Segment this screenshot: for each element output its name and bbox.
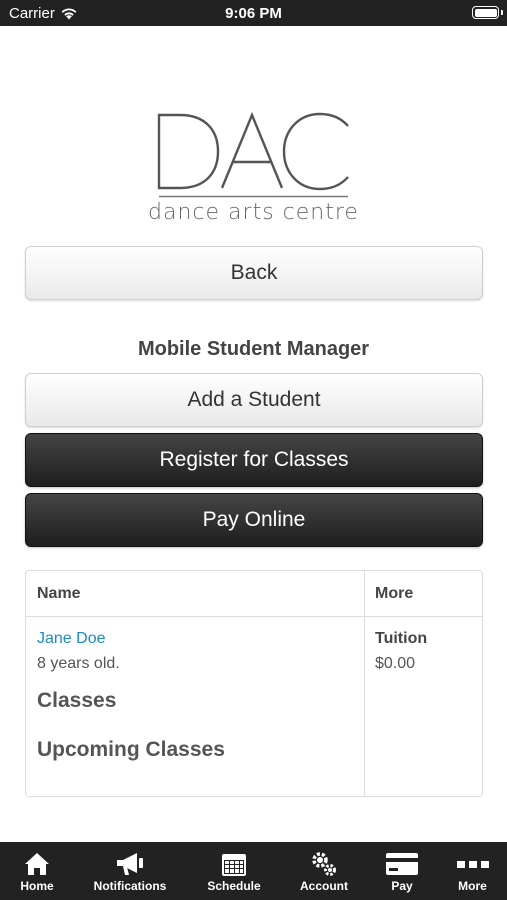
tab-more-label: More xyxy=(458,879,487,893)
more-dots-icon xyxy=(456,850,489,878)
student-age: 8 years old. xyxy=(37,655,120,672)
tab-schedule-label: Schedule xyxy=(207,879,261,893)
back-button[interactable]: Back xyxy=(25,246,483,300)
logo-rule xyxy=(159,195,348,198)
calendar-icon xyxy=(221,850,247,878)
tab-home-label: Home xyxy=(20,879,54,893)
logo-letters xyxy=(157,112,349,191)
megaphone-icon xyxy=(115,850,145,878)
status-time: 9:06 PM xyxy=(225,5,282,22)
tab-bar: Home Notifications Schedule Account Pay … xyxy=(0,842,507,900)
column-divider xyxy=(364,571,365,796)
pay-online-button[interactable]: Pay Online xyxy=(25,493,483,547)
tab-account-label: Account xyxy=(300,879,348,893)
upcoming-classes-heading: Upcoming Classes xyxy=(37,738,225,761)
more-column-header: More xyxy=(375,585,414,602)
tab-pay-label: Pay xyxy=(391,879,413,893)
name-column-header: Name xyxy=(37,585,81,602)
register-classes-button[interactable]: Register for Classes xyxy=(25,433,483,487)
gears-icon xyxy=(310,850,338,878)
tab-pay[interactable]: Pay xyxy=(366,842,438,900)
tab-account[interactable]: Account xyxy=(282,842,366,900)
status-bar: Carrier 9:06 PM xyxy=(0,0,507,26)
classes-heading: Classes xyxy=(37,689,117,712)
student-table: Name More Jane Doe 8 years old. Classes … xyxy=(25,570,483,797)
credit-card-icon xyxy=(385,850,419,878)
home-icon xyxy=(24,850,50,878)
battery-icon xyxy=(472,6,499,19)
student-name-link[interactable]: Jane Doe xyxy=(37,630,106,648)
battery-tip xyxy=(501,10,503,15)
tab-home[interactable]: Home xyxy=(0,842,74,900)
tuition-label: Tuition xyxy=(375,630,428,647)
add-student-button[interactable]: Add a Student xyxy=(25,373,483,427)
tab-schedule[interactable]: Schedule xyxy=(186,842,282,900)
tab-notifications-label: Notifications xyxy=(93,879,167,893)
logo-tagline: dance arts centre xyxy=(148,200,359,225)
page-title: Mobile Student Manager xyxy=(137,338,370,360)
tuition-value: $0.00 xyxy=(375,655,416,672)
tab-more[interactable]: More xyxy=(438,842,507,900)
row-divider xyxy=(26,616,482,617)
tab-notifications[interactable]: Notifications xyxy=(74,842,186,900)
